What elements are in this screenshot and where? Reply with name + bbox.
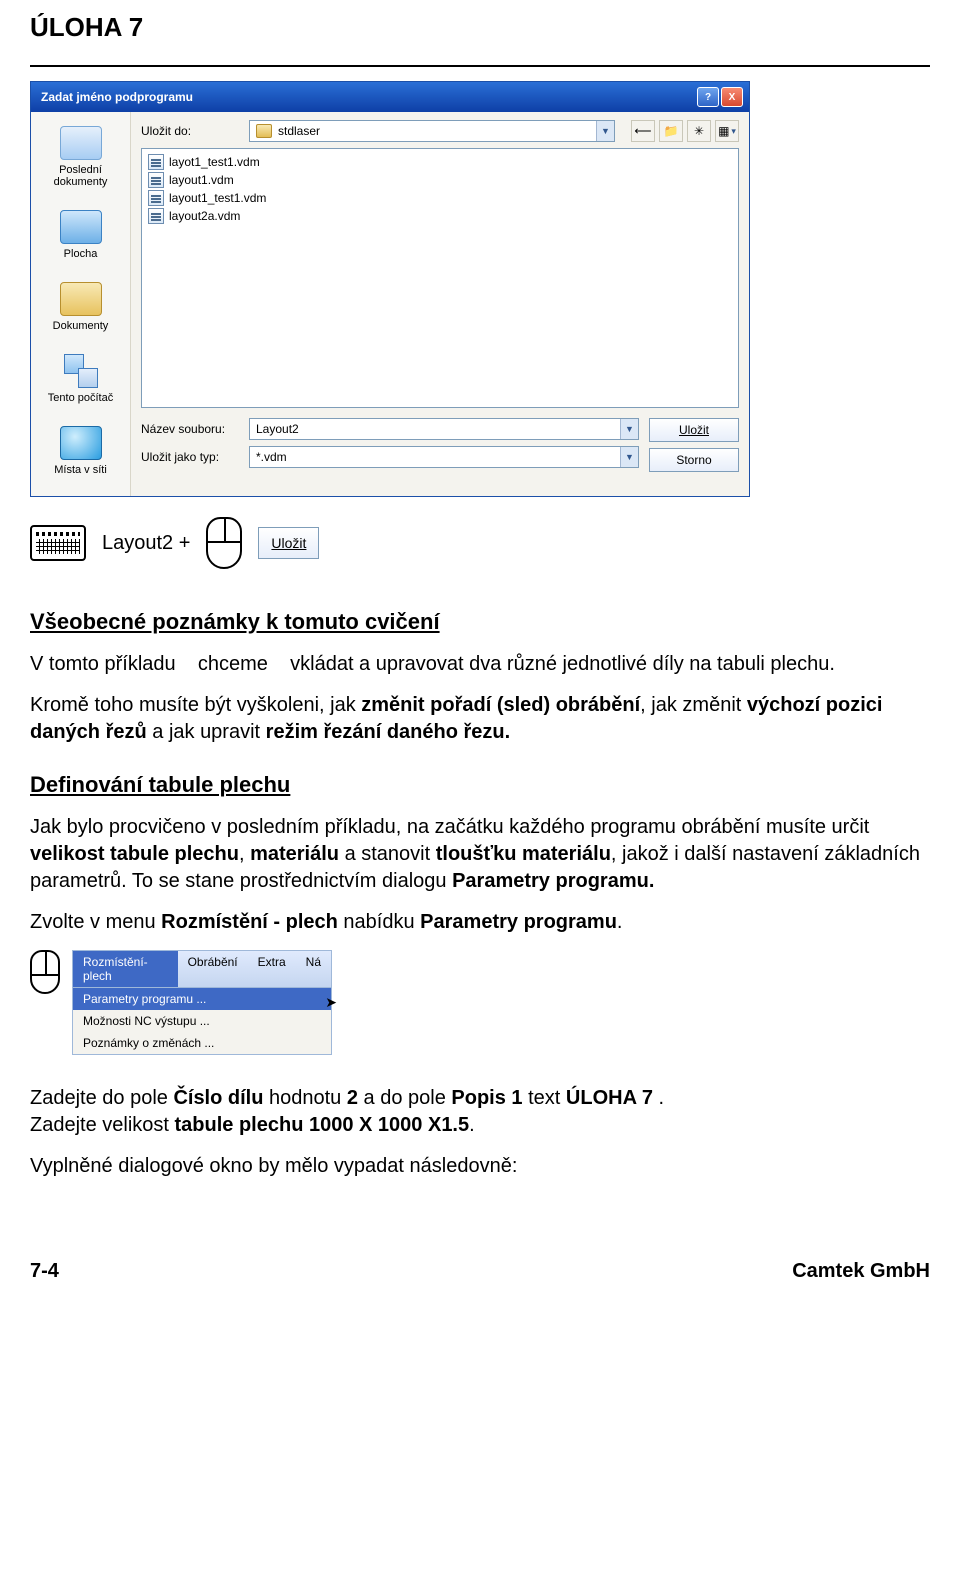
filetype-label: Uložit jako typ: [141, 450, 241, 464]
folder-icon [256, 124, 272, 138]
network-icon [60, 426, 102, 460]
save-in-combo[interactable]: stdlaser ▼ [249, 120, 615, 142]
place-computer[interactable]: Tento počítač [35, 346, 126, 418]
file-icon [148, 190, 164, 206]
file-item[interactable]: layout1.vdm [148, 171, 732, 189]
paragraph: Vyplněné dialogové okno by mělo vypadat … [30, 1153, 930, 1180]
help-button[interactable]: ? [697, 87, 719, 107]
page-title: ÚLOHA 7 [30, 12, 930, 43]
recent-docs-icon [60, 126, 102, 160]
file-name: layot1_test1.vdm [169, 155, 260, 169]
place-label: Plocha [37, 248, 124, 260]
file-icon [148, 154, 164, 170]
file-list[interactable]: layot1_test1.vdm layout1.vdm layout1_tes… [141, 148, 739, 408]
paragraph: Zvolte v menu Rozmístění - plech nabídku… [30, 909, 930, 936]
new-folder-button[interactable]: ✳ [687, 120, 711, 142]
paragraph: Kromě toho musíte být vyškoleni, jak změ… [30, 692, 930, 746]
filename-field[interactable]: Layout2 ▼ [249, 418, 639, 440]
menu-tab[interactable]: Obrábění [178, 951, 248, 987]
filetype-field[interactable]: *.vdm ▼ [249, 446, 639, 468]
horizontal-rule [30, 65, 930, 67]
cursor-icon: ➤ [325, 994, 337, 1011]
desktop-icon [60, 210, 102, 244]
menu-tab[interactable]: Ná [296, 951, 331, 987]
menu-item[interactable]: Možnosti NC výstupu ... [73, 1010, 331, 1032]
chevron-down-icon[interactable]: ▼ [620, 419, 638, 439]
filetype-value: *.vdm [256, 450, 287, 464]
place-label: Tento počítač [37, 392, 124, 404]
file-name: layout2a.vdm [169, 209, 240, 223]
menu-bar: Rozmístění-plech Obrábění Extra Ná [73, 951, 331, 987]
save-in-value: stdlaser [278, 124, 320, 138]
places-bar: Poslední dokumenty Plocha Dokumenty Tent… [31, 112, 131, 496]
file-name: layout1_test1.vdm [169, 191, 266, 205]
views-button[interactable]: ▦ [715, 120, 739, 142]
file-item[interactable]: layout2a.vdm [148, 207, 732, 225]
save-button-inline[interactable]: Uložit [258, 527, 319, 559]
input-hint-strip: Layout2 + Uložit [30, 517, 930, 569]
filename-label: Název souboru: [141, 422, 241, 436]
chevron-down-icon[interactable]: ▼ [596, 121, 614, 141]
file-name: layout1.vdm [169, 173, 234, 187]
page-number: 7-4 [30, 1260, 59, 1283]
place-recent[interactable]: Poslední dokumenty [35, 118, 126, 202]
close-button[interactable]: X [721, 87, 743, 107]
page-footer: 7-4 Camtek GmbH [30, 1260, 930, 1283]
dropdown-menu: Parametry programu ...➤ Možnosti NC výst… [73, 987, 331, 1054]
publisher: Camtek GmbH [792, 1260, 930, 1283]
place-label: Poslední dokumenty [37, 164, 124, 188]
section-heading: Všeobecné poznámky k tomuto cvičení [30, 609, 930, 635]
dialog-titlebar: Zadat jméno podprogramu ? X [31, 82, 749, 112]
computer-icon [60, 354, 102, 388]
place-label: Dokumenty [37, 320, 124, 332]
save-in-label: Uložit do: [141, 124, 241, 138]
file-item[interactable]: layout1_test1.vdm [148, 189, 732, 207]
file-item[interactable]: layot1_test1.vdm [148, 153, 732, 171]
cancel-button[interactable]: Storno [649, 448, 739, 472]
menu-screenshot: Rozmístění-plech Obrábění Extra Ná Param… [72, 950, 332, 1055]
save-dialog: Zadat jméno podprogramu ? X Poslední dok… [30, 81, 750, 497]
place-label: Místa v síti [37, 464, 124, 476]
place-desktop[interactable]: Plocha [35, 202, 126, 274]
menu-tab[interactable]: Extra [248, 951, 296, 987]
place-documents[interactable]: Dokumenty [35, 274, 126, 346]
chevron-down-icon[interactable]: ▼ [620, 447, 638, 467]
paragraph: Jak bylo procvičeno v posledním příkladu… [30, 814, 930, 895]
menu-tab[interactable]: Rozmístění-plech [73, 951, 178, 987]
place-network[interactable]: Místa v síti [35, 418, 126, 490]
paragraph: V tomto příkladu chceme vkládat a upravo… [30, 651, 930, 678]
menu-item[interactable]: Poznámky o změnách ... [73, 1032, 331, 1054]
up-button[interactable]: 📁 [659, 120, 683, 142]
dialog-title: Zadat jméno podprogramu [41, 90, 697, 104]
file-icon [148, 172, 164, 188]
filename-value: Layout2 [256, 422, 299, 436]
section-heading: Definování tabule plechu [30, 772, 930, 798]
paragraph: Zadejte do pole Číslo dílu hodnotu 2 a d… [30, 1085, 930, 1139]
file-icon [148, 208, 164, 224]
menu-item[interactable]: Parametry programu ...➤ [73, 988, 331, 1010]
save-button[interactable]: Uložit [649, 418, 739, 442]
mouse-icon [30, 950, 60, 994]
back-button[interactable]: ⟵ [631, 120, 655, 142]
strip-text: Layout2 + [102, 532, 190, 555]
mouse-icon [206, 517, 242, 569]
documents-icon [60, 282, 102, 316]
keyboard-icon [30, 525, 86, 561]
